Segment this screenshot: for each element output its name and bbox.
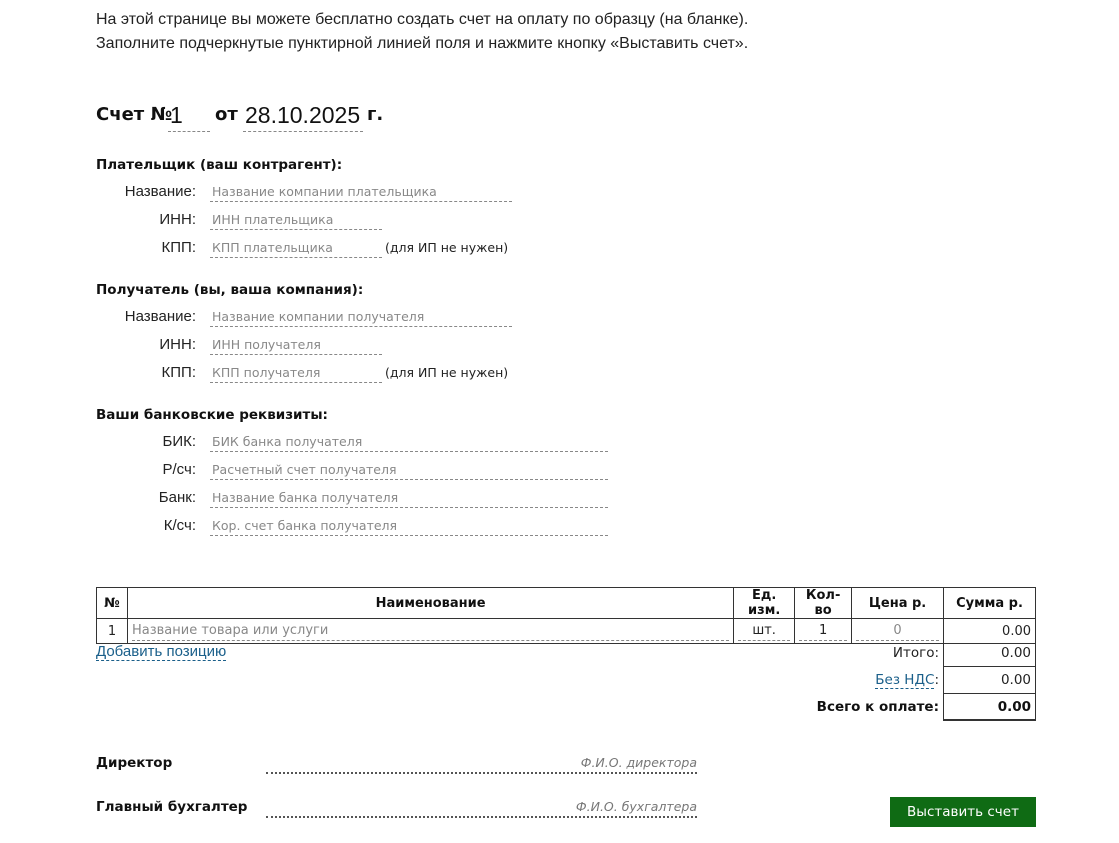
total-label: Всего к оплате: xyxy=(816,699,939,715)
row-qty-input[interactable] xyxy=(799,621,848,641)
recipient-name-input[interactable] xyxy=(210,307,512,327)
intro-line-1: На этой странице вы можете бесплатно соз… xyxy=(96,11,749,28)
nds-link[interactable]: Без НДС xyxy=(875,672,935,689)
payer-name-label: Название: xyxy=(124,183,196,200)
nds-colon: : xyxy=(934,672,939,688)
invoice-title-label: Счет № xyxy=(96,104,173,125)
row-num: 1 xyxy=(96,618,128,644)
col-header-price: Цена р. xyxy=(851,587,945,619)
row-name-input[interactable] xyxy=(131,621,730,641)
col-header-sum: Сумма р. xyxy=(943,587,1036,619)
accountant-label: Главный бухгалтер xyxy=(96,799,248,815)
row-price-input[interactable] xyxy=(856,621,940,641)
col-header-name: Наименование xyxy=(126,587,735,619)
bank-bik-label: БИК: xyxy=(162,433,196,450)
accountant-input[interactable] xyxy=(266,796,697,818)
total-value: 0.00 xyxy=(943,694,1036,721)
recipient-inn-label: ИНН: xyxy=(159,336,196,353)
director-label: Директор xyxy=(96,755,173,771)
bank-rs-label: Р/сч: xyxy=(162,461,197,478)
bank-heading: Ваши банковские реквизиты: xyxy=(96,407,328,423)
intro-text: На этой странице вы можете бесплатно соз… xyxy=(96,8,748,56)
nds-value: 0.00 xyxy=(943,667,1036,694)
submit-invoice-button[interactable]: Выставить счет xyxy=(890,797,1036,827)
invoice-date-input[interactable] xyxy=(243,100,363,132)
add-position-link[interactable]: Добавить позицию xyxy=(96,643,227,661)
row-price-cell xyxy=(851,618,945,644)
payer-heading: Плательщик (ваш контрагент): xyxy=(96,157,343,173)
payer-kpp-note: (для ИП не нужен) xyxy=(385,240,509,255)
payer-kpp-input[interactable] xyxy=(210,238,382,258)
itogo-value: 0.00 xyxy=(943,640,1036,667)
recipient-name-label: Название: xyxy=(124,308,196,325)
items-table: № Наименование Ед. изм. Кол-во Цена р. С… xyxy=(96,587,1036,644)
bank-bik-input[interactable] xyxy=(210,432,608,452)
recipient-inn-input[interactable] xyxy=(210,335,382,355)
invoice-year-suffix: г. xyxy=(367,104,384,125)
col-header-qty: Кол-во xyxy=(794,587,853,619)
invoice-number-input[interactable] xyxy=(168,100,210,132)
recipient-kpp-input[interactable] xyxy=(210,363,382,383)
director-input[interactable] xyxy=(266,752,697,774)
bank-ks-input[interactable] xyxy=(210,516,608,536)
row-qty-cell xyxy=(794,618,853,644)
table-header-row: № Наименование Ед. изм. Кол-во Цена р. С… xyxy=(96,587,1036,619)
payer-name-input[interactable] xyxy=(210,182,512,202)
col-header-unit: Ед. изм. xyxy=(733,587,796,619)
recipient-kpp-label: КПП: xyxy=(161,364,196,381)
row-unit-cell xyxy=(733,618,796,644)
bank-ks-label: К/сч: xyxy=(163,517,196,534)
recipient-kpp-note: (для ИП не нужен) xyxy=(385,365,509,380)
payer-kpp-label: КПП: xyxy=(161,239,196,256)
payer-inn-input[interactable] xyxy=(210,210,382,230)
itogo-label: Итого: xyxy=(892,645,939,661)
bank-rs-input[interactable] xyxy=(210,460,608,480)
recipient-heading: Получатель (вы, ваша компания): xyxy=(96,282,364,298)
bank-name-input[interactable] xyxy=(210,488,608,508)
table-row: 1 0.00 xyxy=(96,618,1036,644)
nds-label-wrap: Без НДС: xyxy=(875,672,939,689)
bank-name-label: Банк: xyxy=(158,489,196,506)
row-name-cell xyxy=(126,618,735,644)
intro-line-2: Заполните подчеркнутые пунктирной линией… xyxy=(96,35,749,52)
row-unit-input[interactable] xyxy=(738,621,791,641)
invoice-from-label: от xyxy=(215,104,238,125)
col-header-num: № xyxy=(96,587,128,619)
payer-inn-label: ИНН: xyxy=(159,211,196,228)
